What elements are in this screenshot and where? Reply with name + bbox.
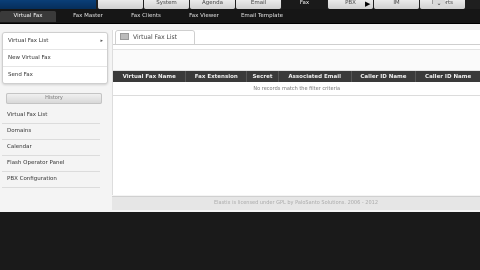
column-header: Caller ID Name bbox=[415, 71, 480, 82]
table-header-row: Virtual Fax Name Fax Extension Secret As… bbox=[113, 71, 480, 82]
elastix-logo bbox=[0, 0, 96, 9]
history-item-pbx-configuration[interactable]: PBX Configuration bbox=[2, 172, 100, 188]
sidebar-item-label: Virtual Fax List bbox=[8, 38, 49, 44]
column-header: Fax Extension bbox=[185, 71, 248, 82]
chevron-right-icon: ▸ bbox=[100, 38, 103, 44]
history-item-calendar[interactable]: Calendar bbox=[2, 140, 100, 156]
column-header: Associated Email bbox=[278, 71, 352, 82]
sidebar: Virtual Fax List ▸ New Virtual Fax Send … bbox=[0, 26, 110, 196]
tab-divider bbox=[113, 44, 480, 45]
column-header: Secret bbox=[246, 71, 279, 82]
history-item-domains[interactable]: Domains bbox=[2, 124, 100, 140]
sub-tab-virtual-fax[interactable]: Virtual Fax bbox=[0, 11, 56, 22]
footer: Elastix is licensed under GPL by PaloSan… bbox=[112, 196, 480, 210]
column-header: Virtual Fax Name bbox=[113, 71, 187, 82]
sidebar-item-new-virtual-fax[interactable]: New Virtual Fax bbox=[3, 50, 107, 67]
sidebar-item-virtual-fax-list[interactable]: Virtual Fax List ▸ bbox=[3, 33, 107, 50]
sub-nav: Virtual Fax Fax Master Fax Clients Fax V… bbox=[0, 9, 480, 24]
sub-tab-fax-viewer[interactable]: Fax Viewer bbox=[176, 11, 232, 22]
chevron-down-icon[interactable]: ⌄ bbox=[433, 0, 445, 8]
main-panel: Virtual Fax List Virtual Fax Name Fax Ex… bbox=[112, 30, 480, 195]
sub-tab-fax-clients[interactable]: Fax Clients bbox=[118, 11, 174, 22]
sub-tab-fax-master[interactable]: Fax Master bbox=[60, 11, 116, 22]
history-item-virtual-fax-list[interactable]: Virtual Fax List bbox=[2, 108, 100, 124]
fax-table: Virtual Fax Name Fax Extension Secret As… bbox=[113, 71, 480, 96]
table-row: No records match the filter criteria bbox=[113, 82, 480, 96]
sidebar-item-send-fax[interactable]: Send Fax bbox=[3, 67, 107, 83]
tab-label: Virtual Fax List bbox=[133, 34, 178, 41]
history-item-flash-operator-panel[interactable]: Flash Operator Panel bbox=[2, 156, 100, 172]
tab-virtual-fax-list[interactable]: Virtual Fax List bbox=[115, 30, 195, 44]
top-tab-fax[interactable]: Fax bbox=[282, 0, 327, 9]
fax-icon bbox=[120, 33, 129, 40]
empty-message: No records match the filter criteria bbox=[113, 82, 480, 96]
column-header: Caller ID Name bbox=[351, 71, 417, 82]
top-tabs: System Agenda Email Fax PBX IM Reports bbox=[98, 0, 466, 9]
top-tab-agenda[interactable]: Agenda bbox=[190, 0, 235, 9]
mouse-cursor-icon: ▶ bbox=[365, 0, 371, 8]
history-list: Virtual Fax List Domains Calendar Flash … bbox=[2, 108, 100, 188]
toolbar bbox=[113, 49, 480, 71]
sub-tab-email-template[interactable]: Email Template bbox=[234, 11, 290, 22]
history-title: History bbox=[6, 93, 102, 104]
top-bar: System Agenda Email Fax PBX IM Reports ⌄… bbox=[0, 0, 480, 9]
top-tab-blank[interactable] bbox=[98, 0, 143, 9]
sidebar-menu: Virtual Fax List ▸ New Virtual Fax Send … bbox=[2, 32, 108, 84]
top-tab-email[interactable]: Email bbox=[236, 0, 281, 9]
top-tab-im[interactable]: IM bbox=[374, 0, 419, 9]
bottom-dark-area bbox=[0, 212, 480, 270]
top-tab-system[interactable]: System bbox=[144, 0, 189, 9]
